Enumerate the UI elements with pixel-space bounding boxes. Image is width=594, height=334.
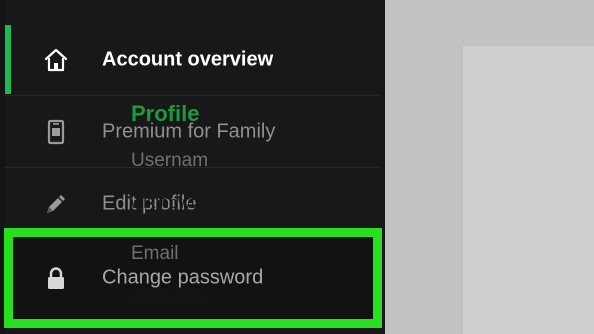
phone-icon xyxy=(43,119,69,145)
active-indicator xyxy=(5,25,11,94)
account-page: Account overview Premium for Family Edit… xyxy=(0,0,594,334)
home-icon xyxy=(43,47,69,73)
pencil-icon xyxy=(43,191,69,217)
email-label: Email xyxy=(131,243,179,264)
sidebar-item-account-overview[interactable]: Account overview xyxy=(5,24,381,96)
lock-icon xyxy=(43,265,69,291)
profile-section-title: Profile xyxy=(131,101,200,126)
profile-card xyxy=(463,46,594,334)
main-content xyxy=(385,0,594,334)
email-value: wikihowto xyxy=(131,286,205,305)
sidebar-item-label: Account overview xyxy=(102,48,274,70)
username-label: Usernam xyxy=(131,150,209,171)
username-value: wikihowto xyxy=(131,193,205,212)
